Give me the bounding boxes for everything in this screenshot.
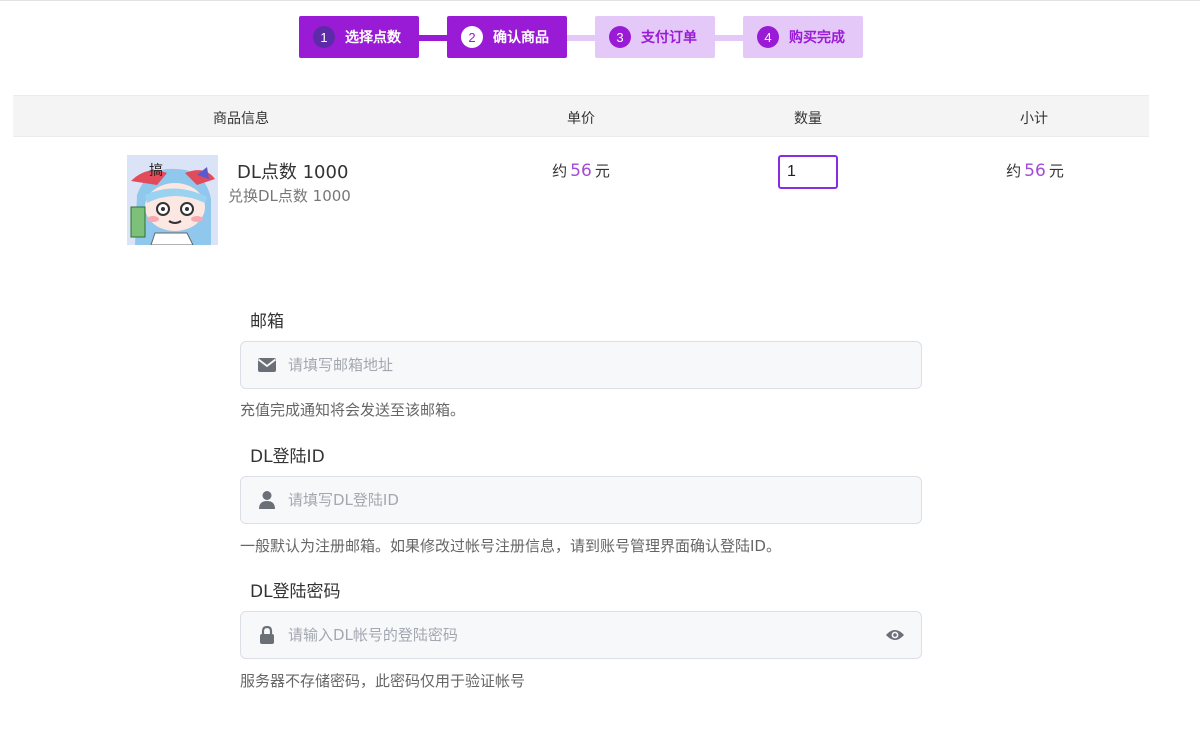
subtotal-unit: 元 (1048, 162, 1064, 180)
step-label: 购买完成 (789, 30, 845, 46)
step-select-points[interactable]: 1 选择点数 (299, 16, 419, 58)
lock-icon (256, 624, 278, 646)
price-value: 56 (570, 161, 592, 181)
dlid-input[interactable] (288, 477, 921, 523)
password-label: DL登陆密码 (250, 582, 341, 602)
step-label: 确认商品 (493, 30, 549, 46)
header-product-info: 商品信息 (213, 111, 269, 127)
subtotal-prefix: 约 (1006, 162, 1022, 180)
email-field-wrapper (240, 341, 922, 389)
product-name: DL点数 1000 (237, 162, 349, 183)
step-purchase-complete[interactable]: 4 购买完成 (743, 16, 863, 58)
unit-price: 约 56 元 (552, 160, 610, 181)
product-image: 搞 (127, 155, 218, 245)
header-subtotal: 小计 (1020, 111, 1048, 127)
step-pay-order[interactable]: 3 支付订单 (595, 16, 715, 58)
step-label: 支付订单 (641, 30, 697, 46)
subtotal-value: 56 (1024, 161, 1046, 181)
user-icon (256, 489, 278, 511)
step-connector-2-3 (567, 35, 595, 41)
subtotal: 约 56 元 (1006, 160, 1064, 181)
product-description: 兑换DL点数 1000 (228, 187, 351, 205)
image-caption: 搞 (149, 163, 163, 179)
step-number: 2 (461, 26, 483, 48)
product-table-header: 商品信息 单价 数量 小计 (13, 95, 1149, 137)
dlid-label: DL登陆ID (250, 447, 325, 467)
email-help-text: 充值完成通知将会发送至该邮箱。 (240, 401, 466, 419)
step-number: 1 (313, 26, 335, 48)
step-number: 3 (609, 26, 631, 48)
top-divider (0, 0, 1200, 1)
step-number: 4 (757, 26, 779, 48)
quantity-input[interactable] (778, 155, 838, 189)
step-confirm-product[interactable]: 2 确认商品 (447, 16, 567, 58)
password-help-text: 服务器不存储密码，此密码仅用于验证帐号 (240, 672, 526, 690)
password-input[interactable] (288, 612, 884, 658)
header-quantity: 数量 (794, 111, 822, 127)
email-label: 邮箱 (250, 312, 284, 332)
step-connector-1-2 (419, 35, 447, 41)
price-unit: 元 (594, 162, 610, 180)
price-prefix: 约 (552, 162, 568, 180)
envelope-icon (256, 354, 278, 376)
dlid-field-wrapper (240, 476, 922, 524)
step-label: 选择点数 (345, 30, 401, 46)
step-connector-3-4 (715, 35, 743, 41)
eye-icon[interactable] (884, 624, 906, 646)
checkout-steps: 1 选择点数 2 确认商品 3 支付订单 4 购买完成 (0, 16, 1200, 58)
email-input[interactable] (288, 342, 921, 388)
password-field-wrapper (240, 611, 922, 659)
dlid-help-text: 一般默认为注册邮箱。如果修改过帐号注册信息，请到账号管理界面确认登陆ID。 (240, 537, 781, 555)
header-unit-price: 单价 (567, 111, 595, 127)
